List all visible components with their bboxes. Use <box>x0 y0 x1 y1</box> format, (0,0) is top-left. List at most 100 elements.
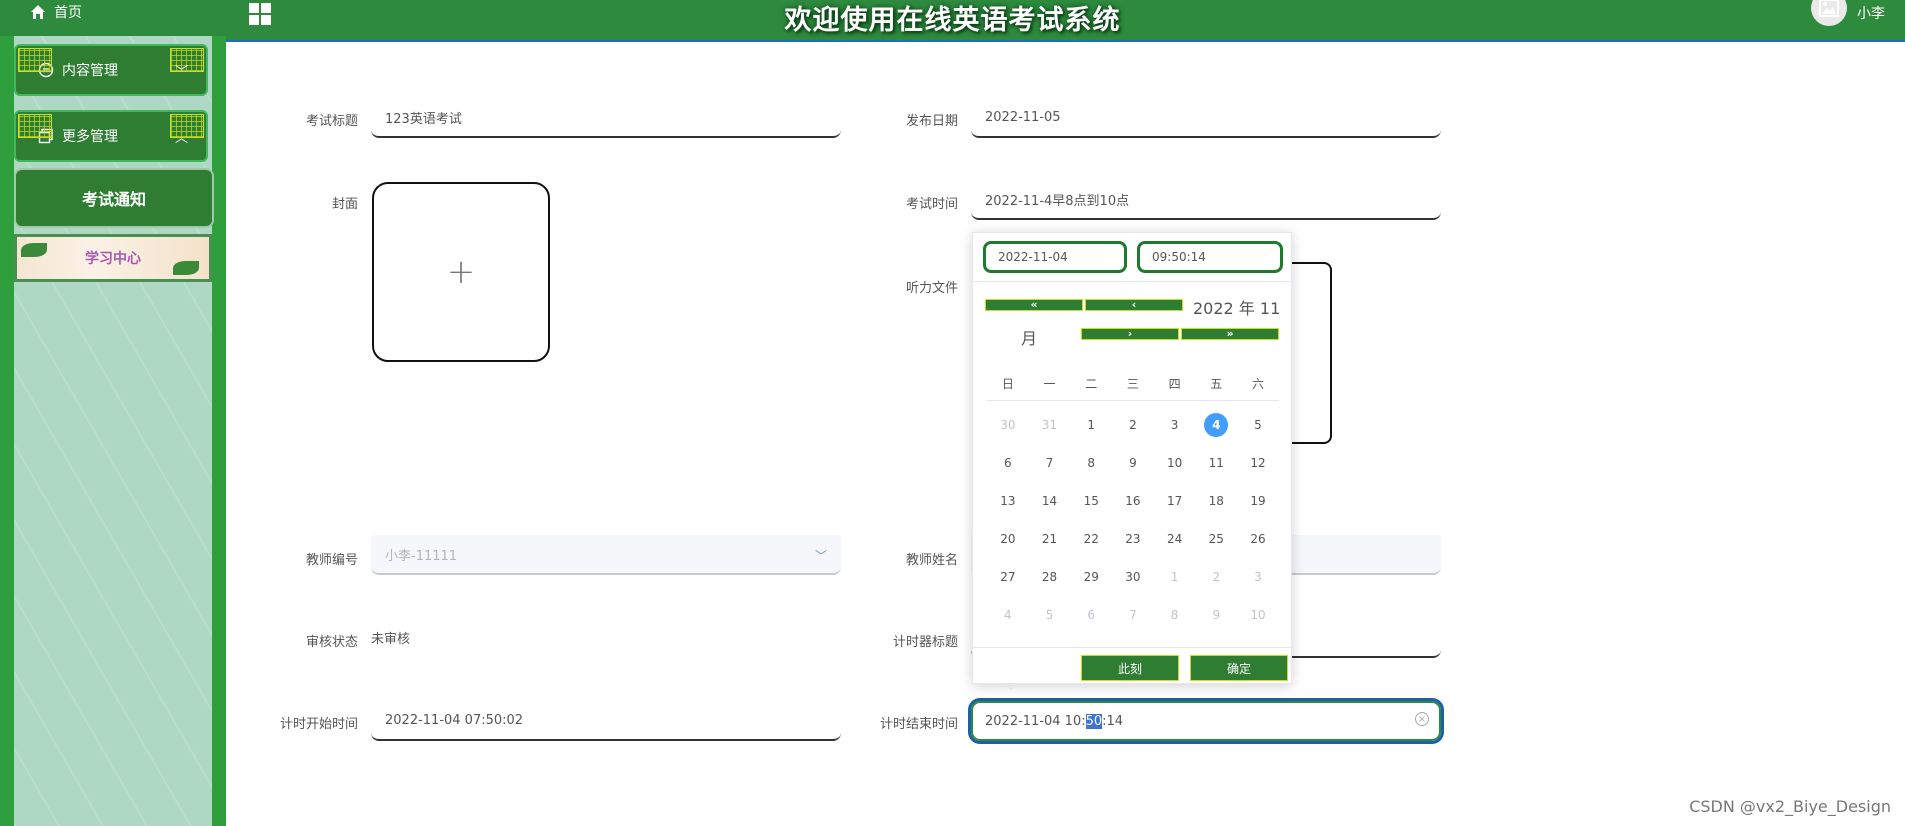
publish-date-input[interactable]: 2022-11-05 <box>971 98 1441 138</box>
cover-upload[interactable]: + <box>372 182 550 362</box>
calendar-day[interactable]: 10 <box>1154 451 1196 489</box>
weekday-label: 五 <box>1210 377 1223 391</box>
calendar-day[interactable]: 14 <box>1029 489 1071 527</box>
sidebar: 内容管理 ﹀ 更多管理 ︿ 考试通知 学习中心 <box>0 36 226 826</box>
avatar[interactable] <box>1811 0 1847 26</box>
calendar-day[interactable]: 24 <box>1154 527 1196 565</box>
picker-arrow <box>1004 683 1018 690</box>
image-icon <box>1819 0 1839 17</box>
timer-end-value: 2022-11-04 10:50:14 <box>985 713 1124 729</box>
calendar-day[interactable]: 9 <box>1195 603 1237 641</box>
timer-end-label: 计时结束时间 <box>879 717 958 732</box>
menu-content-management[interactable]: 内容管理 ﹀ <box>14 44 208 96</box>
calendar-day-selected[interactable]: 4 <box>1195 413 1237 451</box>
picker-month-label[interactable]: 月 <box>1021 325 1037 349</box>
teacher-id-label: 教师编号 <box>305 553 358 568</box>
timer-start-input[interactable]: 2022-11-04 07:50:02 <box>371 701 841 741</box>
confirm-button[interactable]: 确定 <box>1190 655 1288 681</box>
calendar-day[interactable]: 26 <box>1237 527 1279 565</box>
calendar-day[interactable]: 30 <box>1112 565 1154 603</box>
picker-date-value: 2022-11-04 <box>998 250 1068 264</box>
top-header: 首页 欢迎使用在线英语考试系统 小李 <box>0 0 1905 42</box>
now-button[interactable]: 此刻 <box>1081 655 1179 681</box>
menu-decoration <box>18 114 52 138</box>
system-title: 欢迎使用在线英语考试系统 <box>784 5 1121 36</box>
calendar-day[interactable]: 3 <box>1154 413 1196 451</box>
calendar-day[interactable]: 27 <box>987 565 1029 603</box>
calendar-day[interactable]: 7 <box>1112 603 1154 641</box>
picker-time-value: 09:50:14 <box>1152 250 1206 264</box>
prev-year-button[interactable]: « <box>985 299 1083 311</box>
divider <box>973 281 1293 282</box>
calendar-day[interactable]: 1 <box>1070 413 1112 451</box>
picker-time-input[interactable]: 09:50:14 <box>1137 241 1283 273</box>
plus-icon: + <box>446 252 476 292</box>
timer-end-input[interactable]: 2022-11-04 10:50:14 × <box>968 698 1444 744</box>
calendar-day[interactable]: 3 <box>1237 565 1279 603</box>
prev-month-button[interactable]: ‹ <box>1085 299 1183 311</box>
weekday-header: 日一二三四五六 <box>987 375 1279 401</box>
calendar-day[interactable]: 2 <box>1195 565 1237 603</box>
calendar-day[interactable]: 1 <box>1154 565 1196 603</box>
weekday-label: 一 <box>1043 377 1056 391</box>
calendar-day[interactable]: 7 <box>1029 451 1071 489</box>
picker-year-label[interactable]: 2022 年 11 <box>1193 295 1280 319</box>
leaf-decoration <box>21 243 47 257</box>
calendar-day[interactable]: 19 <box>1237 489 1279 527</box>
review-status-label: 审核状态 <box>305 635 358 650</box>
exam-title-value: 123英语考试 <box>385 111 462 127</box>
calendar-day[interactable]: 9 <box>1112 451 1154 489</box>
calendar-day[interactable]: 29 <box>1070 565 1112 603</box>
calendar-day[interactable]: 8 <box>1154 603 1196 641</box>
calendar-day[interactable]: 31 <box>1029 413 1071 451</box>
chevron-down-icon: ﹀ <box>814 549 827 563</box>
user-menu[interactable]: 小李 <box>1811 0 1885 26</box>
watermark: CSDN @vx2_Biye_Design <box>1689 797 1891 816</box>
calendar-day[interactable]: 25 <box>1195 527 1237 565</box>
calendar-day[interactable]: 16 <box>1112 489 1154 527</box>
publish-date-value: 2022-11-05 <box>985 109 1061 125</box>
teacher-name-label: 教师姓名 <box>905 553 958 568</box>
divider <box>973 647 1293 648</box>
calendar-day[interactable]: 17 <box>1154 489 1196 527</box>
calendar-day[interactable]: 23 <box>1112 527 1154 565</box>
calendar-day[interactable]: 5 <box>1029 603 1071 641</box>
calendar-day[interactable]: 20 <box>987 527 1029 565</box>
sidebar-item-label: 考试通知 <box>81 190 146 209</box>
cover-label: 封面 <box>331 197 358 212</box>
username: 小李 <box>1857 6 1885 22</box>
calendar-day[interactable]: 10 <box>1237 603 1279 641</box>
sidebar-item-exam-notice[interactable]: 考试通知 <box>14 168 214 228</box>
next-year-button[interactable]: » <box>1181 328 1279 340</box>
calendar-day[interactable]: 11 <box>1195 451 1237 489</box>
next-month-button[interactable]: › <box>1081 328 1179 340</box>
leaf-decoration <box>173 261 199 275</box>
calendar-day[interactable]: 28 <box>1029 565 1071 603</box>
calendar-day[interactable]: 12 <box>1237 451 1279 489</box>
clear-icon[interactable]: × <box>1415 712 1429 726</box>
calendar-day[interactable]: 4 <box>987 603 1029 641</box>
calendar-day[interactable]: 2 <box>1112 413 1154 451</box>
calendar-day[interactable]: 15 <box>1070 489 1112 527</box>
calendar-day[interactable]: 8 <box>1070 451 1112 489</box>
calendar-day[interactable]: 21 <box>1029 527 1071 565</box>
timer-start-label: 计时开始时间 <box>279 717 358 732</box>
calendar-day[interactable]: 5 <box>1237 413 1279 451</box>
calendar-day[interactable]: 13 <box>987 489 1029 527</box>
calendar-day[interactable]: 18 <box>1195 489 1237 527</box>
weekday-label: 六 <box>1251 377 1264 391</box>
calendar-days: 30 31 1 2 3 4 5 6 7 8 9 10 11 12 13 14 15 16 17 18 19 20 21 22 2… <box>987 413 1279 641</box>
exam-title-input[interactable]: 123英语考试 <box>371 98 841 138</box>
calendar-day[interactable]: 6 <box>987 451 1029 489</box>
calendar-day[interactable]: 22 <box>1070 527 1112 565</box>
weekday-label: 日 <box>1001 377 1014 391</box>
calendar-day[interactable]: 30 <box>987 413 1029 451</box>
exam-time-input[interactable]: 2022-11-4早8点到10点 <box>971 180 1441 220</box>
teacher-id-select[interactable]: 小李-11111 ﹀ <box>371 535 841 575</box>
calendar-day[interactable]: 6 <box>1070 603 1112 641</box>
weekday-label: 三 <box>1126 377 1139 391</box>
review-status-value: 未审核 <box>371 632 411 647</box>
picker-date-input[interactable]: 2022-11-04 <box>983 241 1127 273</box>
study-center-banner[interactable]: 学习中心 <box>14 234 212 282</box>
menu-more-management[interactable]: 更多管理 ︿ <box>14 110 208 162</box>
